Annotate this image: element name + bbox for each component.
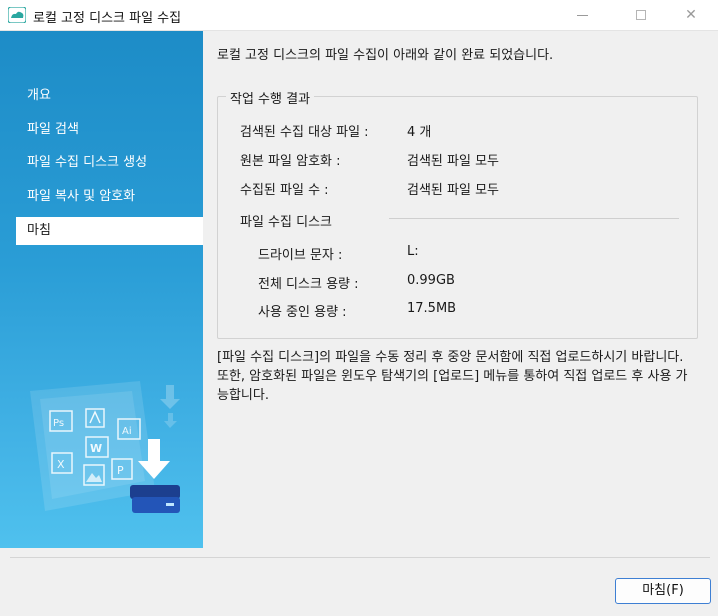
svg-text:P: P — [117, 464, 124, 477]
source-encryption-value: 검색된 파일 모두 — [407, 154, 499, 169]
sidebar-item-label: 파일 검색 — [27, 122, 79, 137]
drive-letter-value: L: — [407, 244, 419, 259]
sidebar-item-create-disk: 파일 수집 디스크 생성 — [0, 149, 203, 177]
footer-divider — [10, 557, 710, 558]
sidebar-item-overview: 개요 — [0, 82, 203, 110]
close-button[interactable]: ✕ — [668, 0, 714, 31]
total-capacity-label: 전체 디스크 용량 : — [258, 277, 359, 292]
svg-text:Ps: Ps — [53, 418, 64, 429]
maximize-button[interactable] — [618, 0, 664, 31]
disk-section-title: 파일 수집 디스크 — [240, 215, 332, 230]
search-count-value: 4 개 — [407, 125, 432, 140]
sidebar-item-label: 마침 — [27, 223, 51, 238]
sidebar-item-copy-encrypt: 파일 복사 및 암호화 — [0, 183, 203, 211]
minimize-button[interactable] — [560, 0, 606, 31]
cloud-icon — [8, 7, 26, 23]
title-bar: 로컬 고정 디스크 파일 수집 ✕ — [0, 0, 718, 31]
source-encryption-label: 원본 파일 암호화 : — [240, 154, 341, 169]
maximize-icon — [636, 10, 646, 20]
sidebar-item-label: 파일 복사 및 암호화 — [27, 189, 136, 204]
sidebar-item-label: 파일 수집 디스크 생성 — [27, 155, 148, 170]
collected-count-value: 검색된 파일 모두 — [407, 183, 499, 198]
section-divider — [389, 218, 679, 219]
file-collection-illustration: Ps Ai W X P — [30, 381, 180, 513]
minimize-icon — [577, 15, 588, 16]
used-capacity-label: 사용 중인 용량 : — [258, 305, 347, 320]
result-groupbox: 작업 수행 결과 검색된 수집 대상 파일 : 4 개 원본 파일 암호화 : … — [217, 88, 698, 339]
completion-message: 로컬 고정 디스크의 파일 수집이 아래와 같이 완료 되었습니다. — [217, 48, 554, 63]
wizard-sidebar: 개요 파일 검색 파일 수집 디스크 생성 파일 복사 및 암호화 마침 Ps … — [0, 31, 203, 548]
sidebar-item-label: 개요 — [27, 88, 51, 103]
svg-text:X: X — [57, 458, 65, 471]
upload-instruction-note: [파일 수집 디스크]의 파일을 수동 정리 후 중앙 문서함에 직접 업로드하… — [217, 350, 688, 403]
close-icon: ✕ — [685, 7, 697, 23]
window-title: 로컬 고정 디스크 파일 수집 — [33, 11, 182, 26]
sidebar-item-finish: 마침 — [16, 217, 203, 245]
total-capacity-value: 0.99GB — [407, 273, 455, 288]
search-count-label: 검색된 수집 대상 파일 : — [240, 125, 369, 140]
collected-count-label: 수집된 파일 수 : — [240, 183, 329, 198]
main-content: 로컬 고정 디스크의 파일 수집이 아래와 같이 완료 되었습니다. 작업 수행… — [203, 31, 718, 548]
svg-text:W: W — [90, 442, 102, 455]
drive-icon — [130, 485, 180, 513]
drive-letter-label: 드라이브 문자 : — [258, 248, 343, 263]
svg-text:Ai: Ai — [122, 426, 132, 437]
used-capacity-value: 17.5MB — [407, 301, 457, 316]
finish-button[interactable]: 마침(F) — [615, 578, 711, 604]
result-group-title: 작업 수행 결과 — [226, 88, 315, 107]
sidebar-item-file-search: 파일 검색 — [0, 116, 203, 144]
